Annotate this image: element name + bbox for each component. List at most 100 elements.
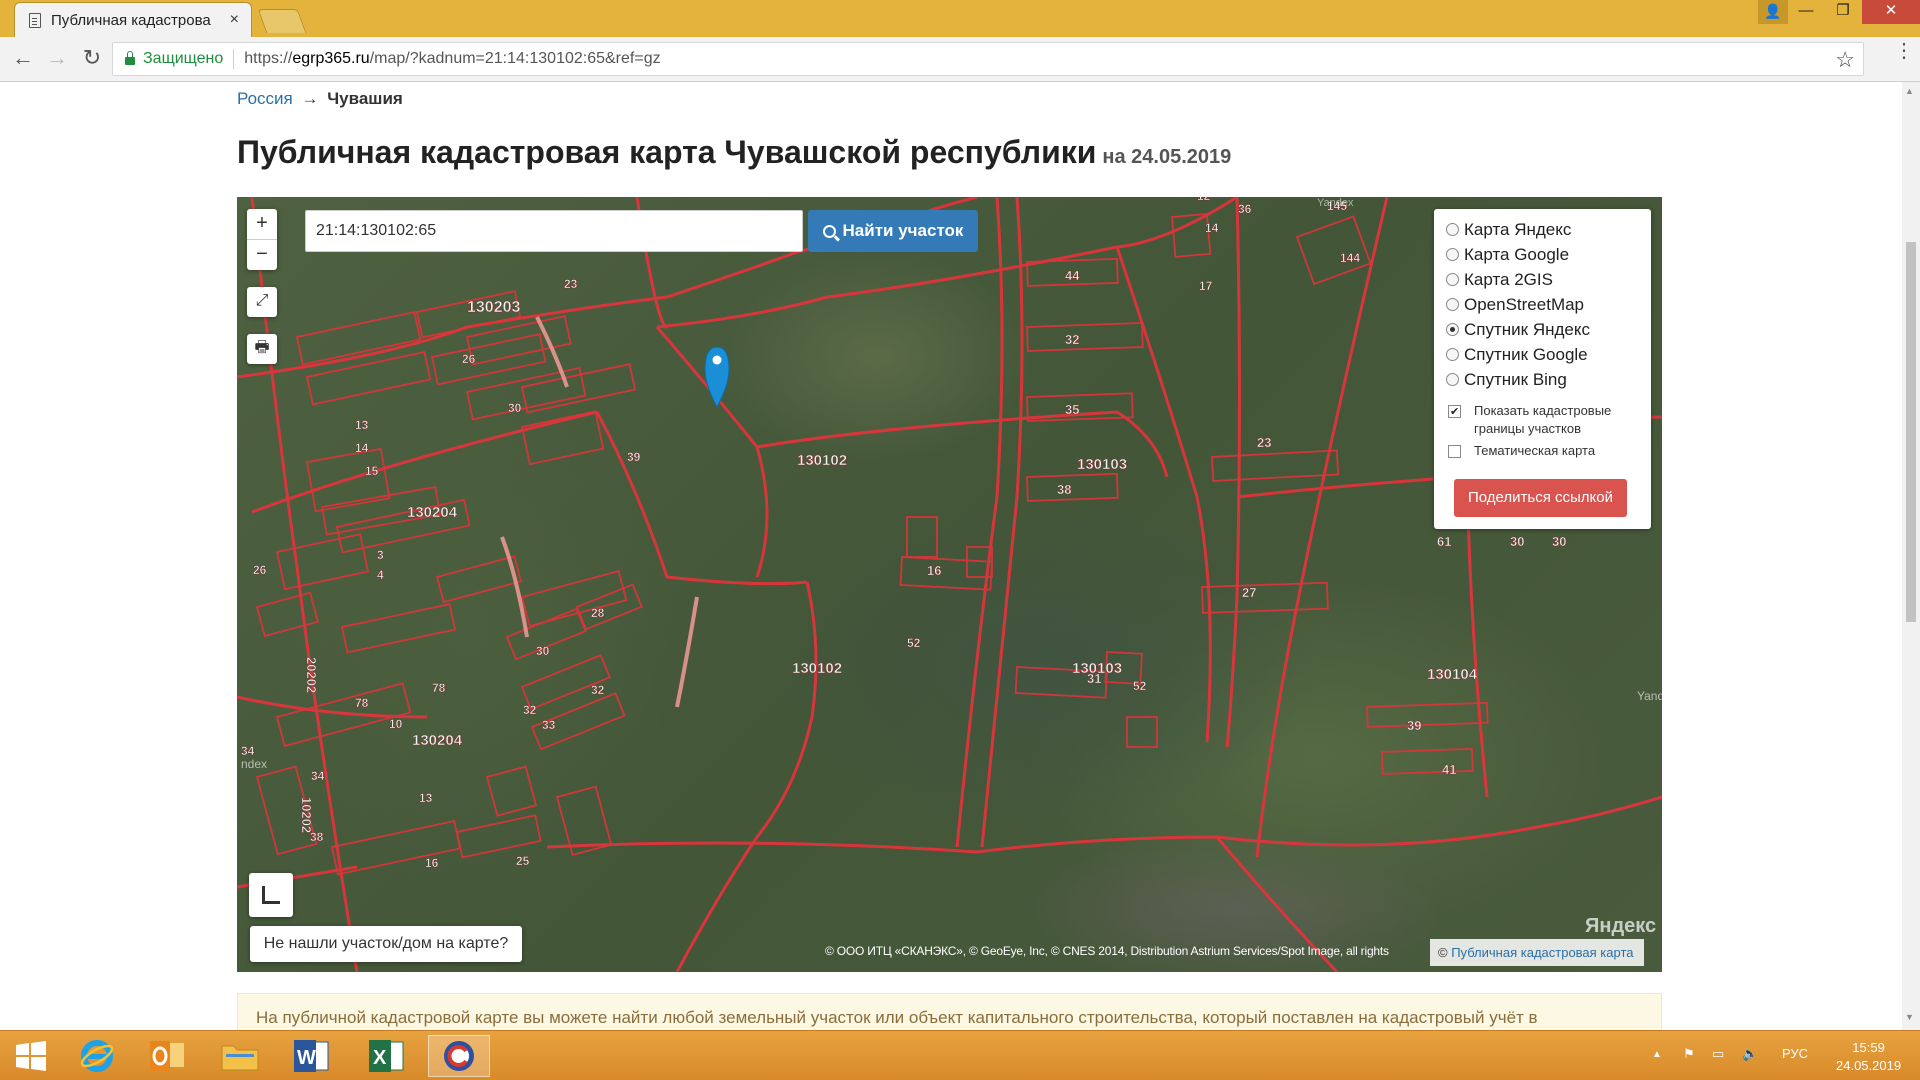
parcel-number-label: 130102 [792,660,842,677]
yandex-logo: Яндекс [1585,915,1657,937]
layer-radio[interactable] [1446,248,1459,261]
layer-list: Карта Яндекс Карта Google Карта 2GIS OpenSt… [1446,217,1651,392]
ie-icon[interactable] [66,1035,128,1077]
zoom-control: + − [247,209,277,270]
map-pin[interactable] [704,346,730,409]
page-title-date: на 24.05.2019 [1102,146,1232,168]
svg-text:W: W [297,1047,316,1069]
layer-radio[interactable] [1446,273,1459,286]
excel-icon[interactable]: X [355,1035,417,1077]
chrome-task-icon[interactable] [428,1035,490,1077]
cadastral-map-link[interactable]: Публичная кадастровая карта [1451,945,1633,960]
back-button[interactable]: ← [9,45,37,73]
parcel-number-label: 52 [1133,679,1147,693]
thematic-map-label: Тематическая карта [1474,443,1596,458]
page-scrollbar[interactable]: ▲ ▼ [1902,82,1920,1030]
folder-logo [221,1045,259,1071]
language-indicator[interactable]: РУС [1782,1046,1808,1061]
show-borders-checkbox[interactable] [1448,403,1461,421]
reload-button[interactable]: ↻ [78,45,106,73]
browser-title-bar: Публичная кадастрова × 👤 — ❐ ✕ [0,0,1920,37]
parcel-number-label: 34 [241,744,255,758]
parcel-number-label: 30 [1552,534,1566,549]
scroll-thumb[interactable] [1906,242,1916,622]
layer-option[interactable]: Спутник Bing [1446,367,1651,392]
parcel-number-label: 13 [355,418,369,432]
print-icon[interactable]: 🖶 [247,334,277,364]
start-button[interactable] [0,1035,62,1077]
zoom-out-button[interactable]: − [247,240,277,270]
file-explorer-icon[interactable] [209,1035,271,1077]
zoom-in-button[interactable]: + [247,209,277,239]
close-window-button[interactable]: ✕ [1862,0,1920,24]
parcel-number-label: 78 [355,696,369,710]
layer-option[interactable]: Спутник Google [1446,342,1651,367]
system-clock[interactable]: 15:59 24.05.2019 [1836,1039,1901,1075]
parcel-number-label: 12 [1197,197,1211,203]
maximize-button[interactable]: ❐ [1820,0,1866,24]
forward-button[interactable]: → [43,45,71,73]
parcel-number-label: 13 [419,791,433,805]
thematic-map-option[interactable]: Тематическая карта [1446,442,1651,460]
action-center-flag-icon[interactable]: ⚑ [1683,1046,1695,1062]
browser-menu-icon[interactable]: ⋮ [1894,41,1914,61]
word-icon[interactable]: W [280,1035,342,1077]
parcel-number-label: 17 [1199,279,1213,293]
volume-icon[interactable]: 🔈 [1742,1046,1758,1062]
cadastral-search-input[interactable] [305,210,803,252]
page-title: Публичная кадастровая карта Чувашской ре… [237,134,1231,171]
url-text[interactable]: https://egrp365.ru/map/?kadnum=21:14:130… [244,50,660,68]
parcel-number-label: 16 [425,856,439,870]
breadcrumb-arrow: → [301,89,319,108]
fullscreen-icon[interactable]: ⤢ [247,287,277,317]
parcel-number-label: 26 [462,352,476,366]
url-path: /map/?kadnum=21:14:130102:65&ref=gz [369,50,661,67]
parcel-number-label: 28 [591,606,605,620]
outlook-icon[interactable] [136,1035,198,1077]
scroll-down-icon[interactable]: ▼ [1905,1012,1914,1022]
word-logo: W [294,1040,329,1072]
layer-option[interactable]: OpenStreetMap [1446,292,1651,317]
parcel-number-label: 14 [355,441,369,455]
url-host: egrp365.ru [292,50,370,67]
parcel-number-label: 32 [523,703,537,717]
scroll-up-icon[interactable]: ▲ [1905,86,1914,96]
ruler-icon[interactable] [249,873,293,917]
new-tab-button[interactable] [257,9,307,33]
bookmark-star-icon[interactable]: ☆ [1835,47,1855,73]
browser-tab[interactable]: Публичная кадастрова × [14,2,252,37]
share-link-button[interactable]: Поделиться ссылкой [1454,479,1627,517]
windows-logo-icon [16,1041,46,1071]
layer-option[interactable]: Карта Яндекс [1446,217,1651,242]
parcel-number-label: 144 [1340,251,1360,265]
tray-expand-icon[interactable]: ▲ [1652,1049,1662,1060]
layer-option[interactable]: Карта Google [1446,242,1651,267]
parcel-number-label: 14 [1205,221,1219,235]
address-bar: ← → ↻ Защищено https://egrp365.ru/map/?k… [0,37,1920,82]
watermark-left: ndex [241,757,268,771]
breadcrumb-link-russia[interactable]: Россия [237,89,293,108]
url-field[interactable]: Защищено https://egrp365.ru/map/?kadnum=… [112,42,1864,76]
layer-option[interactable]: Спутник Яндекс [1446,317,1651,342]
parcel-number-label: 36 [1238,202,1252,216]
network-icon[interactable]: ▭ [1712,1046,1724,1062]
show-borders-option[interactable]: Показать кадастровые границы участков [1446,402,1651,438]
layer-radio[interactable] [1446,223,1459,236]
not-found-button[interactable]: Не нашли участок/дом на карте? [250,926,522,962]
layer-label: Спутник Bing [1464,369,1567,389]
find-parcel-button[interactable]: Найти участок [808,210,978,252]
layer-radio[interactable] [1446,323,1459,336]
find-parcel-button-label: Найти участок [842,221,964,240]
parcel-number-label: 52 [907,636,921,650]
layer-radio[interactable] [1446,373,1459,386]
cadastral-map[interactable]: 130203 130204 130204 130102 130102 130103 1301… [237,197,1662,972]
tab-close-button[interactable]: × [230,11,239,29]
thematic-map-checkbox[interactable] [1448,445,1461,458]
layer-option[interactable]: Карта 2GIS [1446,267,1651,292]
url-separator [233,49,235,69]
layer-radio[interactable] [1446,348,1459,361]
tab-title: Публичная кадастрова [51,11,211,29]
layer-label: Спутник Google [1464,344,1588,364]
layer-radio[interactable] [1446,298,1459,311]
page-title-text: Публичная кадастровая карта Чувашской ре… [237,134,1097,170]
